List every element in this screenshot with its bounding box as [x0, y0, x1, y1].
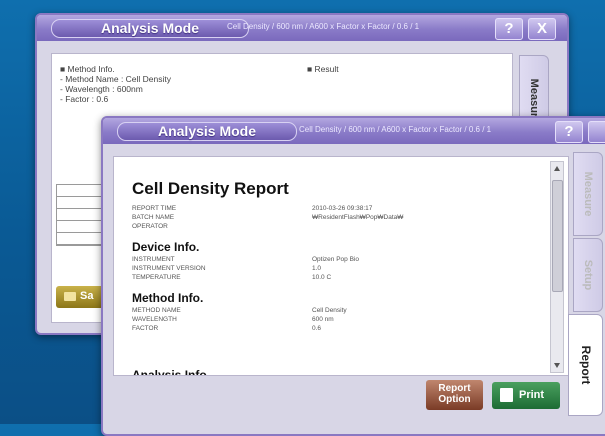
back-method-path: Cell Density / 600 nm / A600 x Factor x …	[227, 22, 420, 31]
tab-measure[interactable]: Measure	[573, 152, 603, 236]
row-label: TEMPERATURE	[132, 274, 181, 281]
method-info-line: - Wavelength : 600nm	[60, 84, 143, 94]
row-value: 10.0 C	[312, 274, 332, 281]
tab-report-label: Report	[578, 345, 593, 385]
back-window-title: Analysis Mode	[51, 19, 249, 38]
scrollbar-thumb[interactable]	[552, 180, 563, 292]
row-label: OPERATOR	[132, 223, 168, 230]
scroll-down-arrow-icon[interactable]	[554, 363, 560, 368]
row-value: 1.0	[312, 265, 322, 272]
row-value: 600 nm	[312, 316, 334, 323]
tab-report[interactable]: Report	[568, 314, 603, 416]
row-label: REPORT TIME	[132, 205, 177, 212]
report-scrollbar[interactable]	[550, 161, 564, 373]
row-label: WAVELENGTH	[132, 316, 177, 323]
back-method-info: ■ Method Info. - Method Name : Cell Dens…	[60, 64, 171, 104]
folder-icon	[64, 292, 76, 301]
analysis-info-heading: Analysis Info.	[132, 368, 211, 376]
print-button-label: Print	[519, 389, 545, 401]
device-info-heading: Device Info.	[132, 240, 200, 254]
row-label: INSTRUMENT VERSION	[132, 265, 206, 272]
back-help-button[interactable]: ?	[495, 18, 523, 40]
front-method-path: Cell Density / 600 nm / A600 x Factor x …	[299, 125, 492, 134]
scroll-up-arrow-icon[interactable]	[554, 166, 560, 171]
row-value: Cell Density	[312, 307, 347, 314]
report-title: Cell Density Report	[132, 179, 289, 198]
front-window-title: Analysis Mode	[117, 122, 297, 141]
report-option-label-line1: Report	[438, 383, 471, 394]
report-option-button[interactable]: Report Option	[426, 380, 483, 410]
tab-setup[interactable]: Setup	[573, 238, 603, 312]
report-option-label-line2: Option	[438, 394, 471, 405]
front-close-button[interactable]	[588, 121, 605, 143]
method-info-line: - Method Name : Cell Density	[60, 74, 172, 84]
row-value: 0.6	[312, 325, 322, 332]
row-value: Optizen Pop Bio	[312, 256, 359, 263]
row-label: INSTRUMENT	[132, 256, 175, 263]
back-title-bar: Analysis Mode Cell Density / 600 nm / A6…	[37, 15, 567, 41]
front-title-bar: Analysis Mode Cell Density / 600 nm / A6…	[103, 118, 605, 144]
front-window: Analysis Mode Cell Density / 600 nm / A6…	[101, 116, 605, 436]
tab-measure-label: Measure	[582, 171, 594, 217]
tab-setup-label: Setup	[582, 259, 594, 291]
row-value: ₩ResidentFlash₩Pop₩Data₩	[312, 214, 404, 221]
method-info-line: - Factor : 0.6	[60, 94, 109, 104]
report-panel: Cell Density Report REPORT TIME 2010-03-…	[113, 156, 569, 376]
row-value: 2010-03-26 09:38:17	[312, 205, 373, 212]
front-help-button[interactable]: ?	[555, 121, 583, 143]
back-result-heading: ■ Result	[307, 64, 339, 74]
row-label: METHOD NAME	[132, 307, 181, 314]
printer-icon	[500, 388, 513, 402]
print-button[interactable]: Print	[492, 382, 560, 409]
back-close-button[interactable]: X	[528, 18, 556, 40]
method-info-heading: Method Info.	[132, 291, 204, 305]
method-info-heading: ■ Method Info.	[60, 64, 115, 74]
save-button-label: Sa	[80, 290, 94, 302]
row-label: BATCH NAME	[132, 214, 175, 221]
row-label: FACTOR	[132, 325, 159, 332]
